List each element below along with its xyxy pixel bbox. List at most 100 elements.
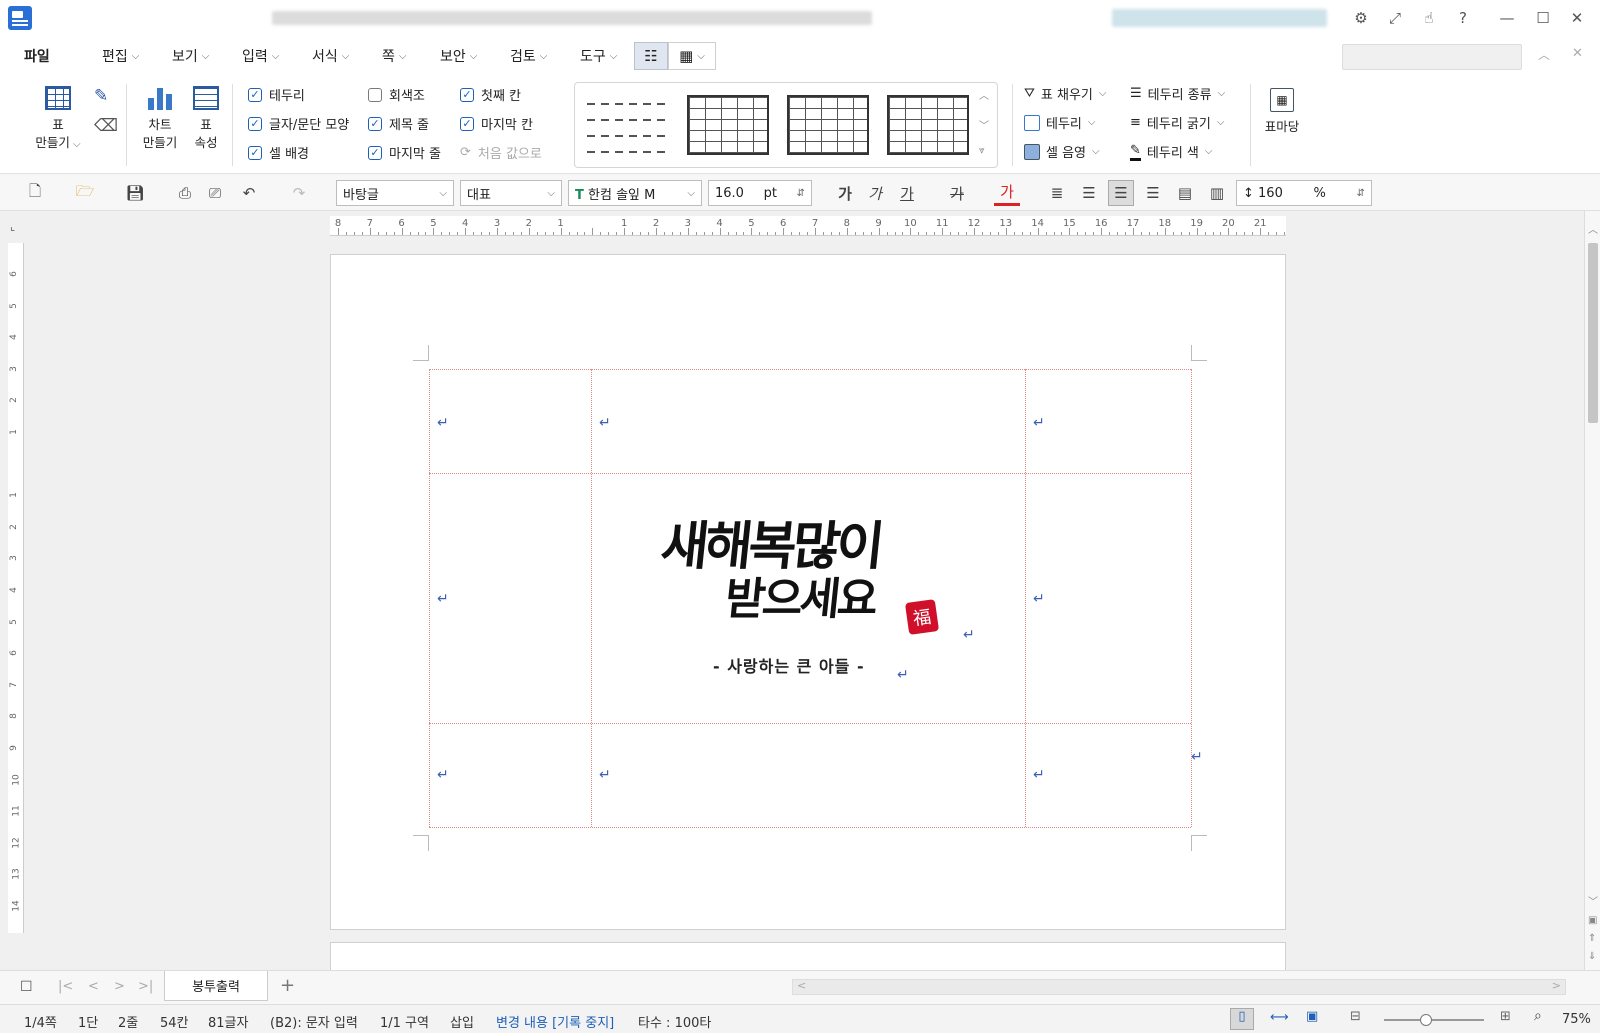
reset-button[interactable]: ⟳ 처음 값으로 [460, 143, 542, 162]
check-first-col[interactable]: ✓ 첫째 칸 [460, 85, 521, 104]
close-icon[interactable]: ✕ [1562, 3, 1592, 33]
undo-icon[interactable]: ↶ [236, 180, 262, 206]
strike-icon[interactable]: 가 [944, 180, 970, 206]
prev-tab-icon[interactable]: < [88, 979, 99, 994]
zoom-out-icon[interactable]: ⊟ [1350, 1009, 1361, 1024]
scroll-down-icon[interactable]: ﹀ [1588, 893, 1598, 908]
minimize-icon[interactable]: — [1492, 3, 1522, 33]
settings-icon[interactable]: ⚙ [1346, 3, 1376, 33]
style-grid-thumb[interactable] [687, 95, 769, 155]
check-border[interactable]: ✓ 테두리 [248, 85, 305, 104]
maximize-icon[interactable]: ☐ [1528, 3, 1558, 33]
checkbox-icon[interactable] [368, 87, 382, 102]
table-erase-icon[interactable]: ⌫ [94, 116, 118, 136]
view-normal-icon[interactable]: ▯ [1230, 1008, 1254, 1030]
border-type-button[interactable]: ☰ 테두리 종류 ⌵ [1130, 84, 1225, 103]
horizontal-ruler[interactable]: 8 7 6 5 4 3 2 1 1 2 3 4 5 6 7 8 9 10 11 12 13 14 15 16 17 18 19 20 2… [330, 216, 1286, 236]
checkbox-icon[interactable]: ✓ [460, 87, 474, 102]
bold-icon[interactable]: 가 [832, 180, 858, 206]
scroll-up-icon[interactable]: ︿ [1588, 221, 1598, 236]
print-preview-icon[interactable]: ⎚ [202, 180, 228, 206]
table-layout-tab[interactable]: ▦ ⌵ [668, 42, 716, 70]
table-draw-icon[interactable]: ✎ [94, 86, 108, 106]
print-icon[interactable]: ⎙ [172, 180, 198, 206]
checkbox-icon[interactable]: ✓ [248, 87, 262, 102]
align-left-icon[interactable]: ☰ [1076, 180, 1102, 206]
font-color-icon[interactable]: 가 [994, 180, 1020, 206]
gallery-up-icon[interactable]: ︿ [979, 87, 989, 102]
redo-icon[interactable]: ↷ [286, 180, 312, 206]
table-create-button[interactable]: 표 만들기 ⌵ [32, 86, 84, 154]
table-props-button[interactable]: 표 속성 [188, 86, 224, 152]
ruler-corner-icon[interactable]: ⌞ [10, 220, 15, 233]
menu-format[interactable]: 서식 ⌵ [312, 46, 349, 66]
collapse-ribbon-icon[interactable]: ︿ [1538, 46, 1550, 63]
chart-create-button[interactable]: 차트 만들기 [136, 86, 184, 152]
checkbox-icon[interactable]: ✓ [248, 116, 262, 131]
new-doc-icon[interactable]: 🗋 [22, 180, 48, 206]
style-grid-thumb[interactable] [787, 95, 869, 155]
check-grayscale[interactable]: 회색조 [368, 85, 425, 104]
font-size-input[interactable]: 16.0 pt ⇵ [708, 180, 812, 206]
cell-shade-button[interactable]: 셀 음영 ⌵ [1024, 142, 1100, 161]
align-center-icon[interactable]: ☰ [1108, 180, 1134, 206]
check-last-col[interactable]: ✓ 마지막 칸 [460, 114, 533, 133]
border-color-button[interactable]: ✎ 테두리 색 ⌵ [1130, 142, 1212, 161]
open-icon[interactable]: 🗁 [72, 180, 98, 206]
italic-icon[interactable]: 가 [862, 180, 888, 206]
zoom-search-icon[interactable]: ⌕ [1534, 1008, 1542, 1024]
tab-envelope-print[interactable]: 봉투출력 [164, 971, 268, 1001]
zoom-level[interactable]: 75% [1562, 1012, 1591, 1027]
gallery-more-icon[interactable]: ⩔ [979, 145, 985, 156]
add-tab-button[interactable]: + [280, 975, 295, 996]
menu-review[interactable]: 검토 ⌵ [510, 46, 547, 66]
checkbox-icon[interactable]: ✓ [368, 145, 382, 160]
check-last-row[interactable]: ✓ 마지막 줄 [368, 143, 441, 162]
scroll-thumb[interactable] [1588, 243, 1598, 423]
document-page[interactable]: ↵ ↵ ↵ ↵ ↵ ↵ ↵ ↵ ↵ ↵ ↵ 새해복많이 받으세요 福 - 사랑하… [330, 254, 1286, 930]
menu-security[interactable]: 보안 ⌵ [440, 46, 477, 66]
menu-page[interactable]: 쪽 ⌵ [382, 46, 406, 66]
align-right-icon[interactable]: ☰ [1140, 180, 1166, 206]
status-page[interactable]: 1/4쪽 [24, 1012, 57, 1031]
check-title-row[interactable]: ✓ 제목 줄 [368, 114, 429, 133]
border-button[interactable]: 테두리 ⌵ [1024, 113, 1095, 132]
gallery-down-icon[interactable]: ﹀ [979, 117, 989, 132]
menu-tools[interactable]: 도구 ⌵ [580, 46, 617, 66]
style-select[interactable]: 바탕글 ⌵ [336, 180, 454, 206]
zoom-in-icon[interactable]: ⊞ [1500, 1009, 1511, 1024]
align-justify-icon[interactable]: ≣ [1044, 180, 1070, 206]
font-select[interactable]: T 한컴 솔잎 M ⌵ [568, 180, 702, 206]
style-grid-thumb[interactable] [887, 95, 969, 155]
prev-page-icon[interactable]: ⇑ [1588, 933, 1596, 944]
menu-file[interactable]: 파일 [24, 46, 50, 66]
menu-insert[interactable]: 입력 ⌵ [242, 46, 279, 66]
menu-view[interactable]: 보기 ⌵ [172, 46, 209, 66]
next-page-icon[interactable]: ⇓ [1588, 951, 1596, 962]
next-tab-icon[interactable]: > [114, 979, 125, 994]
menu-edit[interactable]: 편집 ⌵ [102, 46, 139, 66]
vertical-scrollbar[interactable]: ︿ ﹀ ▣ ⇑ ⇓ [1584, 211, 1600, 971]
status-track[interactable]: 변경 내용 [기록 중지] [496, 1012, 614, 1031]
help-icon[interactable]: ? [1448, 3, 1478, 33]
fit-page-icon[interactable]: ▣ [1306, 1009, 1318, 1024]
distribute-icon[interactable]: ▤ [1172, 180, 1198, 206]
vertical-ruler[interactable]: 6 5 4 3 2 1 1 2 3 4 5 6 7 8 9 10 11 12 13 14 [8, 243, 24, 933]
table-fill-button[interactable]: ⛛ 표 채우기 ⌵ [1024, 84, 1107, 103]
search-box[interactable] [1342, 44, 1522, 70]
checkbox-icon[interactable]: ✓ [460, 116, 474, 131]
checkbox-icon[interactable]: ✓ [368, 116, 382, 131]
border-width-button[interactable]: ≡ 테두리 굵기 ⌵ [1130, 113, 1224, 132]
bookmark-icon[interactable]: ☐ [20, 979, 33, 995]
underline-icon[interactable]: 가 [894, 180, 920, 206]
check-char-para[interactable]: ✓ 글자/문단 모양 [248, 114, 349, 133]
horizontal-scrollbar[interactable]: < > [792, 979, 1566, 995]
line-spacing-input[interactable]: ↕ 160% ⇵ [1236, 180, 1372, 206]
fit-width-icon[interactable]: ⟷ [1270, 1010, 1289, 1025]
expand-icon[interactable]: ⤢ [1380, 3, 1410, 33]
last-tab-icon[interactable]: >| [138, 979, 153, 994]
touch-mode-icon[interactable]: ☝ [1414, 3, 1444, 33]
save-icon[interactable]: 💾︎ [122, 180, 148, 206]
divide-icon[interactable]: ▥ [1204, 180, 1230, 206]
check-cell-bg[interactable]: ✓ 셀 배경 [248, 143, 309, 162]
